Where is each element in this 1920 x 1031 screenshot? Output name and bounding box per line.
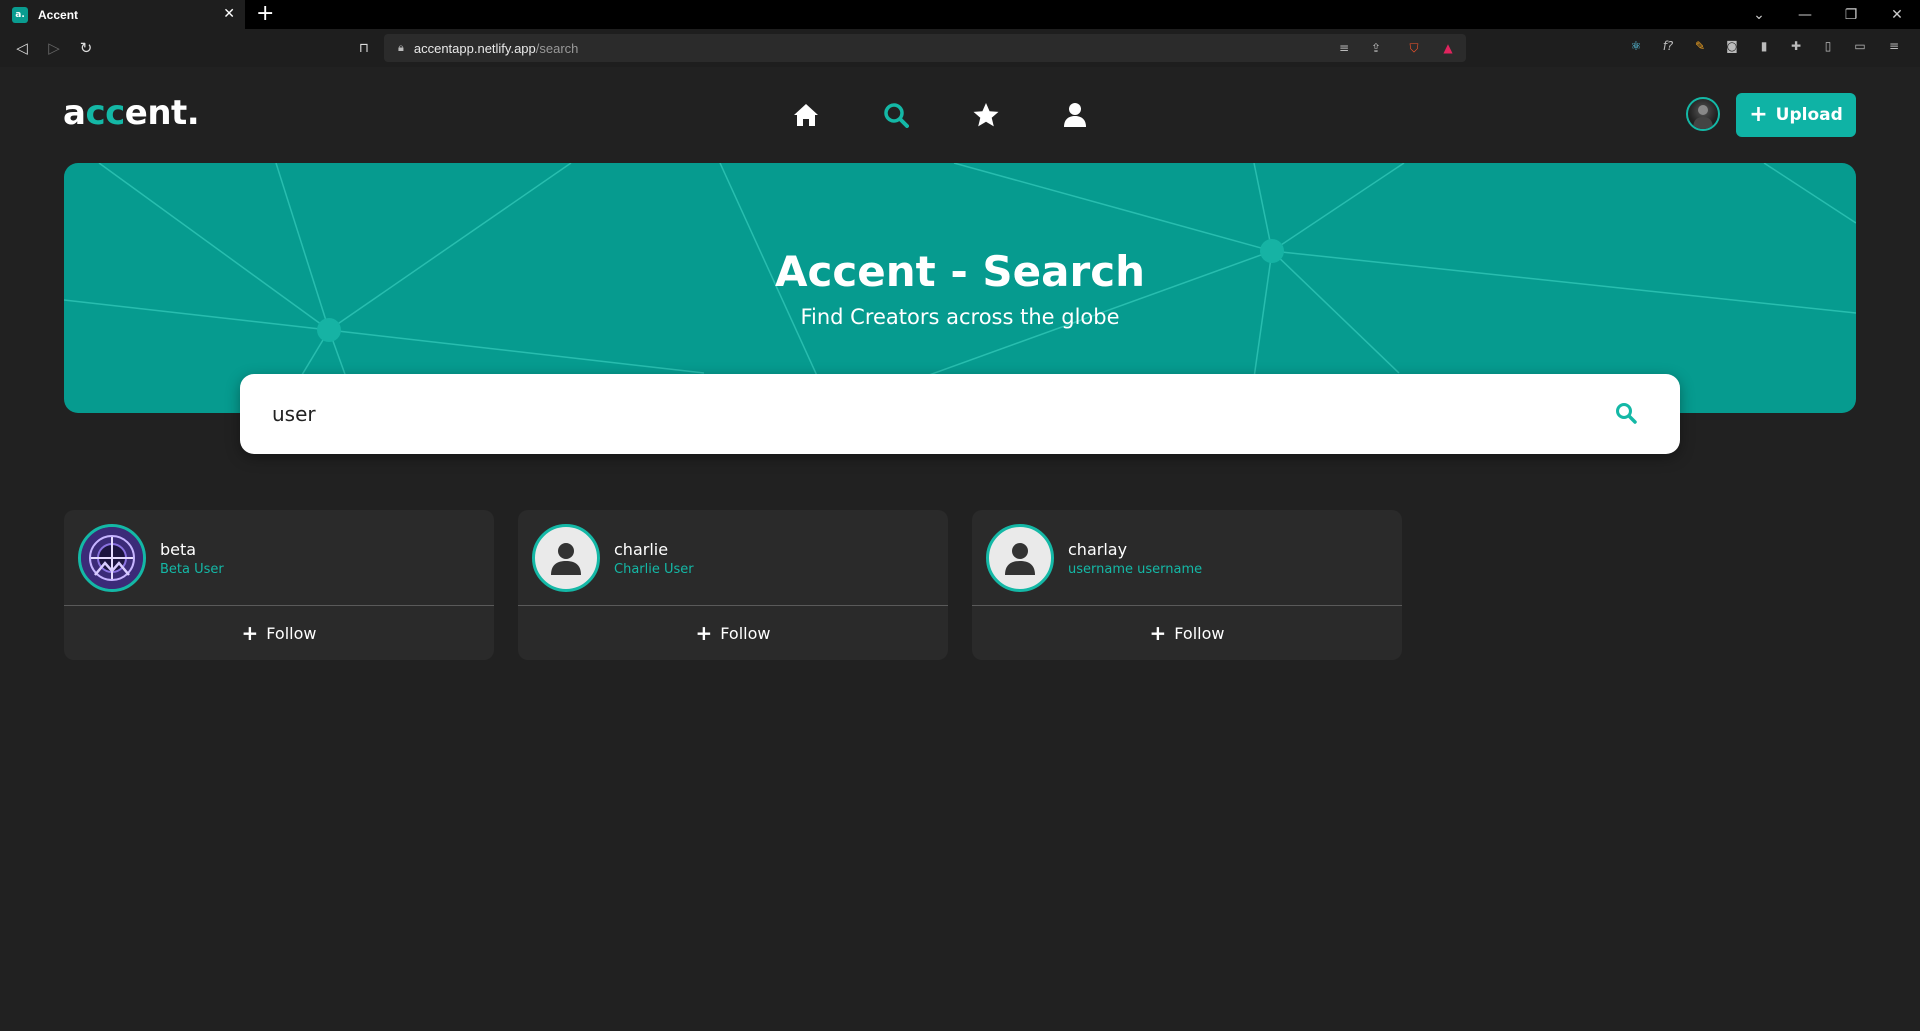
- browser-tab[interactable]: a. Accent ✕: [0, 0, 245, 29]
- user-icon[interactable]: [1060, 100, 1090, 130]
- profile-avatar[interactable]: [1686, 97, 1720, 131]
- search-submit-icon[interactable]: [1615, 402, 1639, 426]
- react-devtools-icon[interactable]: ⚛: [1628, 38, 1644, 54]
- card-fullname: Charlie User: [614, 562, 694, 577]
- bookmark-icon[interactable]: ⊓: [354, 38, 374, 58]
- address-bar: ◁ ▷ ↻ ⊓ 🔒︎ accentapp.netlify.app/search …: [0, 29, 1920, 67]
- search-bar: [240, 374, 1680, 454]
- follow-label: Follow: [266, 623, 317, 643]
- wallet-icon[interactable]: ▭: [1852, 38, 1868, 54]
- logo-part-cc: cc: [85, 93, 125, 133]
- brave-shields-icon[interactable]: ⛉: [1406, 40, 1422, 56]
- mic-ext-icon[interactable]: ▮: [1756, 38, 1772, 54]
- tab-search-icon[interactable]: ⌄: [1736, 0, 1782, 29]
- url-host: accentapp.netlify.app: [413, 40, 536, 56]
- url-field[interactable]: 🔒︎ accentapp.netlify.app/search ≡ ⇪ ⛉ ▲: [384, 34, 1466, 62]
- new-tab-button[interactable]: +: [256, 2, 274, 26]
- close-tab-icon[interactable]: ✕: [223, 6, 235, 22]
- plus-icon: +: [1149, 621, 1167, 645]
- reader-mode-icon[interactable]: ≡: [1336, 40, 1352, 56]
- default-user-icon: [1005, 543, 1035, 575]
- user-card[interactable]: charlie Charlie User + Follow: [518, 510, 948, 660]
- lock-icon: 🔒︎: [398, 41, 404, 54]
- card-username[interactable]: charlie: [614, 540, 668, 559]
- menu-icon[interactable]: ≡: [1886, 38, 1902, 54]
- tab-title: Accent: [38, 7, 79, 22]
- browser-tab-bar: a. Accent ✕ + ⌄ — ❐ ✕: [0, 0, 1920, 29]
- app-logo[interactable]: accent.: [63, 93, 200, 133]
- logo-part-ent: ent.: [124, 93, 200, 133]
- reload-icon[interactable]: ↻: [76, 38, 96, 58]
- plus-icon: +: [241, 621, 259, 645]
- upload-label: Upload: [1775, 105, 1843, 125]
- follow-button[interactable]: + Follow: [972, 606, 1402, 660]
- default-user-icon: [551, 543, 581, 575]
- card-username[interactable]: beta: [160, 540, 196, 559]
- avatar[interactable]: [78, 524, 146, 592]
- search-input[interactable]: [272, 394, 1572, 434]
- extensions-icon[interactable]: ✚: [1788, 38, 1804, 54]
- home-icon[interactable]: [791, 100, 821, 130]
- card-username[interactable]: charlay: [1068, 540, 1127, 559]
- restore-button[interactable]: ❐: [1828, 0, 1874, 29]
- follow-button[interactable]: + Follow: [64, 606, 494, 660]
- screenshot-ext-icon[interactable]: ◙: [1724, 38, 1740, 54]
- forward-icon[interactable]: ▷: [44, 38, 64, 58]
- tab-favicon: a.: [12, 6, 28, 23]
- sidebar-icon[interactable]: ▯: [1820, 38, 1836, 54]
- avatar-image: [81, 527, 143, 589]
- plus-icon: +: [1749, 102, 1768, 127]
- avatar[interactable]: [986, 524, 1054, 592]
- follow-label: Follow: [1174, 623, 1225, 643]
- user-card[interactable]: charlay username username + Follow: [972, 510, 1402, 660]
- share-icon[interactable]: ⇪: [1368, 40, 1384, 56]
- page-title: Accent - Search: [774, 247, 1146, 296]
- page-subtitle: Find Creators across the globe: [800, 305, 1120, 329]
- user-card[interactable]: beta Beta User + Follow: [64, 510, 494, 660]
- card-fullname: Beta User: [160, 562, 224, 577]
- logo-part-a: a: [63, 93, 86, 133]
- avatar[interactable]: [532, 524, 600, 592]
- upload-button[interactable]: + Upload: [1736, 93, 1856, 137]
- card-fullname: username username: [1068, 562, 1203, 577]
- search-icon[interactable]: [881, 100, 911, 130]
- color-picker-ext-icon[interactable]: ✎: [1692, 38, 1708, 54]
- close-window-button[interactable]: ✕: [1874, 0, 1920, 29]
- follow-label: Follow: [720, 623, 771, 643]
- plus-icon: +: [695, 621, 713, 645]
- fonts-ext-icon[interactable]: f?: [1660, 38, 1676, 54]
- minimize-button[interactable]: —: [1782, 0, 1828, 29]
- star-icon[interactable]: [971, 100, 1001, 130]
- url-path: /search: [535, 40, 579, 56]
- follow-button[interactable]: + Follow: [518, 606, 948, 660]
- brave-rewards-icon[interactable]: ▲: [1440, 40, 1456, 56]
- back-icon[interactable]: ◁: [12, 38, 32, 58]
